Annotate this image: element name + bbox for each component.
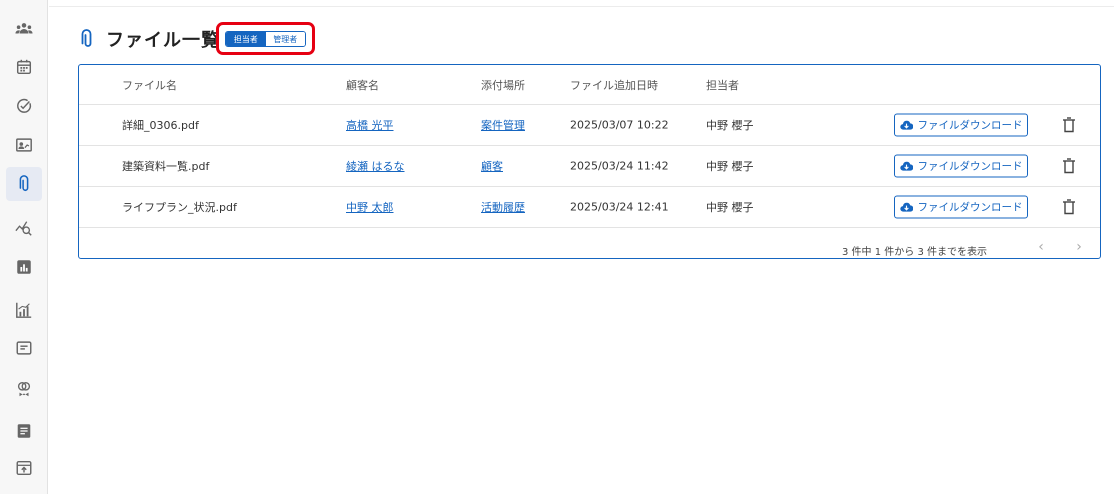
- id-card-icon: [16, 138, 32, 152]
- sidebar-item-documents[interactable]: [6, 414, 42, 448]
- role-toggle-highlight: 担当者 管理者: [216, 22, 315, 55]
- pagination-summary: 3 件中 1 件から 3 件までを表示: [842, 247, 987, 258]
- file-download-label: ファイルダウンロード: [917, 201, 1023, 214]
- pagination-next-button[interactable]: ›: [1071, 237, 1087, 257]
- document-icon: [17, 424, 31, 438]
- chart-search-icon: [15, 221, 32, 236]
- file-download-button[interactable]: ファイルダウンロード: [894, 195, 1028, 219]
- added-at-cell: 2025/03/07 10:22: [570, 118, 669, 132]
- rings-icon: [17, 382, 31, 397]
- customer-link[interactable]: 高橋 光平: [346, 117, 394, 133]
- cloud-download-icon: [899, 120, 913, 130]
- pagination-prev-button[interactable]: ‹: [1033, 237, 1049, 257]
- owner-cell: 中野 櫻子: [706, 201, 754, 214]
- sidebar-item-reports[interactable]: [6, 250, 42, 284]
- role-toggle: 担当者 管理者: [225, 31, 306, 47]
- table-header-row: ファイル名 顧客名 添付場所 ファイル追加日時 担当者: [79, 65, 1100, 105]
- file-table: ファイル名 顧客名 添付場所 ファイル追加日時 担当者 詳細_0306.pdf …: [78, 64, 1101, 259]
- attached-to-link[interactable]: 案件管理: [481, 117, 525, 133]
- paperclip-icon: [81, 29, 92, 47]
- window-icon: [16, 341, 32, 355]
- page-header: ファイル一覧: [80, 24, 220, 54]
- sidebar-item-calendar[interactable]: [6, 50, 42, 84]
- file-download-button[interactable]: ファイルダウンロード: [894, 154, 1028, 178]
- file-download-button[interactable]: ファイルダウンロード: [894, 113, 1028, 137]
- column-header-customer: 顧客名: [346, 78, 379, 92]
- sidebar-item-upload[interactable]: [6, 451, 42, 485]
- file-name-cell: 詳細_0306.pdf: [122, 119, 199, 132]
- file-download-label: ファイルダウンロード: [917, 119, 1023, 132]
- column-header-owner: 担当者: [706, 78, 739, 92]
- sidebar-item-contacts[interactable]: [6, 128, 42, 162]
- upload-box-icon: [16, 460, 32, 476]
- column-header-file-name: ファイル名: [122, 78, 177, 92]
- sidebar-item-matching[interactable]: [6, 372, 42, 406]
- file-download-label: ファイルダウンロード: [917, 160, 1023, 173]
- customer-link[interactable]: 中野 太郎: [346, 199, 394, 215]
- sidebar-item-customers[interactable]: [6, 12, 42, 46]
- sidebar-item-analysis[interactable]: [6, 211, 42, 245]
- attached-to-link[interactable]: 活動履歴: [481, 199, 525, 215]
- column-header-added-at: ファイル追加日時: [570, 78, 658, 92]
- sidebar: [0, 0, 48, 494]
- bar-chart-box-icon: [17, 260, 31, 274]
- sidebar-item-analytics[interactable]: [6, 293, 42, 327]
- sidebar-item-window[interactable]: [6, 331, 42, 365]
- sidebar-item-files[interactable]: [6, 167, 42, 201]
- attached-to-link[interactable]: 顧客: [481, 158, 503, 174]
- added-at-cell: 2025/03/24 12:41: [570, 200, 669, 214]
- people-group-icon: [15, 23, 33, 34]
- customer-link[interactable]: 綾瀬 はるな: [346, 158, 405, 174]
- header-divider: [49, 6, 1114, 7]
- column-header-attached-to: 添付場所: [481, 78, 525, 92]
- file-name-cell: ライフプラン_状況.pdf: [122, 201, 237, 214]
- table-row: 建築資料一覧.pdf 綾瀬 はるな 顧客 2025/03/24 11:42 中野…: [79, 146, 1100, 187]
- table-row: 詳細_0306.pdf 高橋 光平 案件管理 2025/03/07 10:22 …: [79, 105, 1100, 146]
- check-circle-icon: [17, 98, 32, 113]
- trash-icon[interactable]: [1062, 199, 1076, 215]
- trash-icon[interactable]: [1062, 117, 1076, 133]
- paperclip-icon: [19, 175, 29, 192]
- added-at-cell: 2025/03/24 11:42: [570, 159, 669, 173]
- file-name-cell: 建築資料一覧.pdf: [122, 160, 210, 173]
- toggle-option-staff[interactable]: 担当者: [226, 32, 266, 46]
- cloud-download-icon: [899, 202, 913, 212]
- toggle-option-admin[interactable]: 管理者: [265, 32, 305, 46]
- analytics-chart-icon: [16, 302, 32, 318]
- table-row: ライフプラン_状況.pdf 中野 太郎 活動履歴 2025/03/24 12:4…: [79, 187, 1100, 228]
- calendar-icon: [16, 59, 32, 75]
- trash-icon[interactable]: [1062, 158, 1076, 174]
- owner-cell: 中野 櫻子: [706, 119, 754, 132]
- cloud-download-icon: [899, 161, 913, 171]
- owner-cell: 中野 櫻子: [706, 160, 754, 173]
- sidebar-item-tasks[interactable]: [6, 89, 42, 123]
- page-title: ファイル一覧: [106, 30, 220, 51]
